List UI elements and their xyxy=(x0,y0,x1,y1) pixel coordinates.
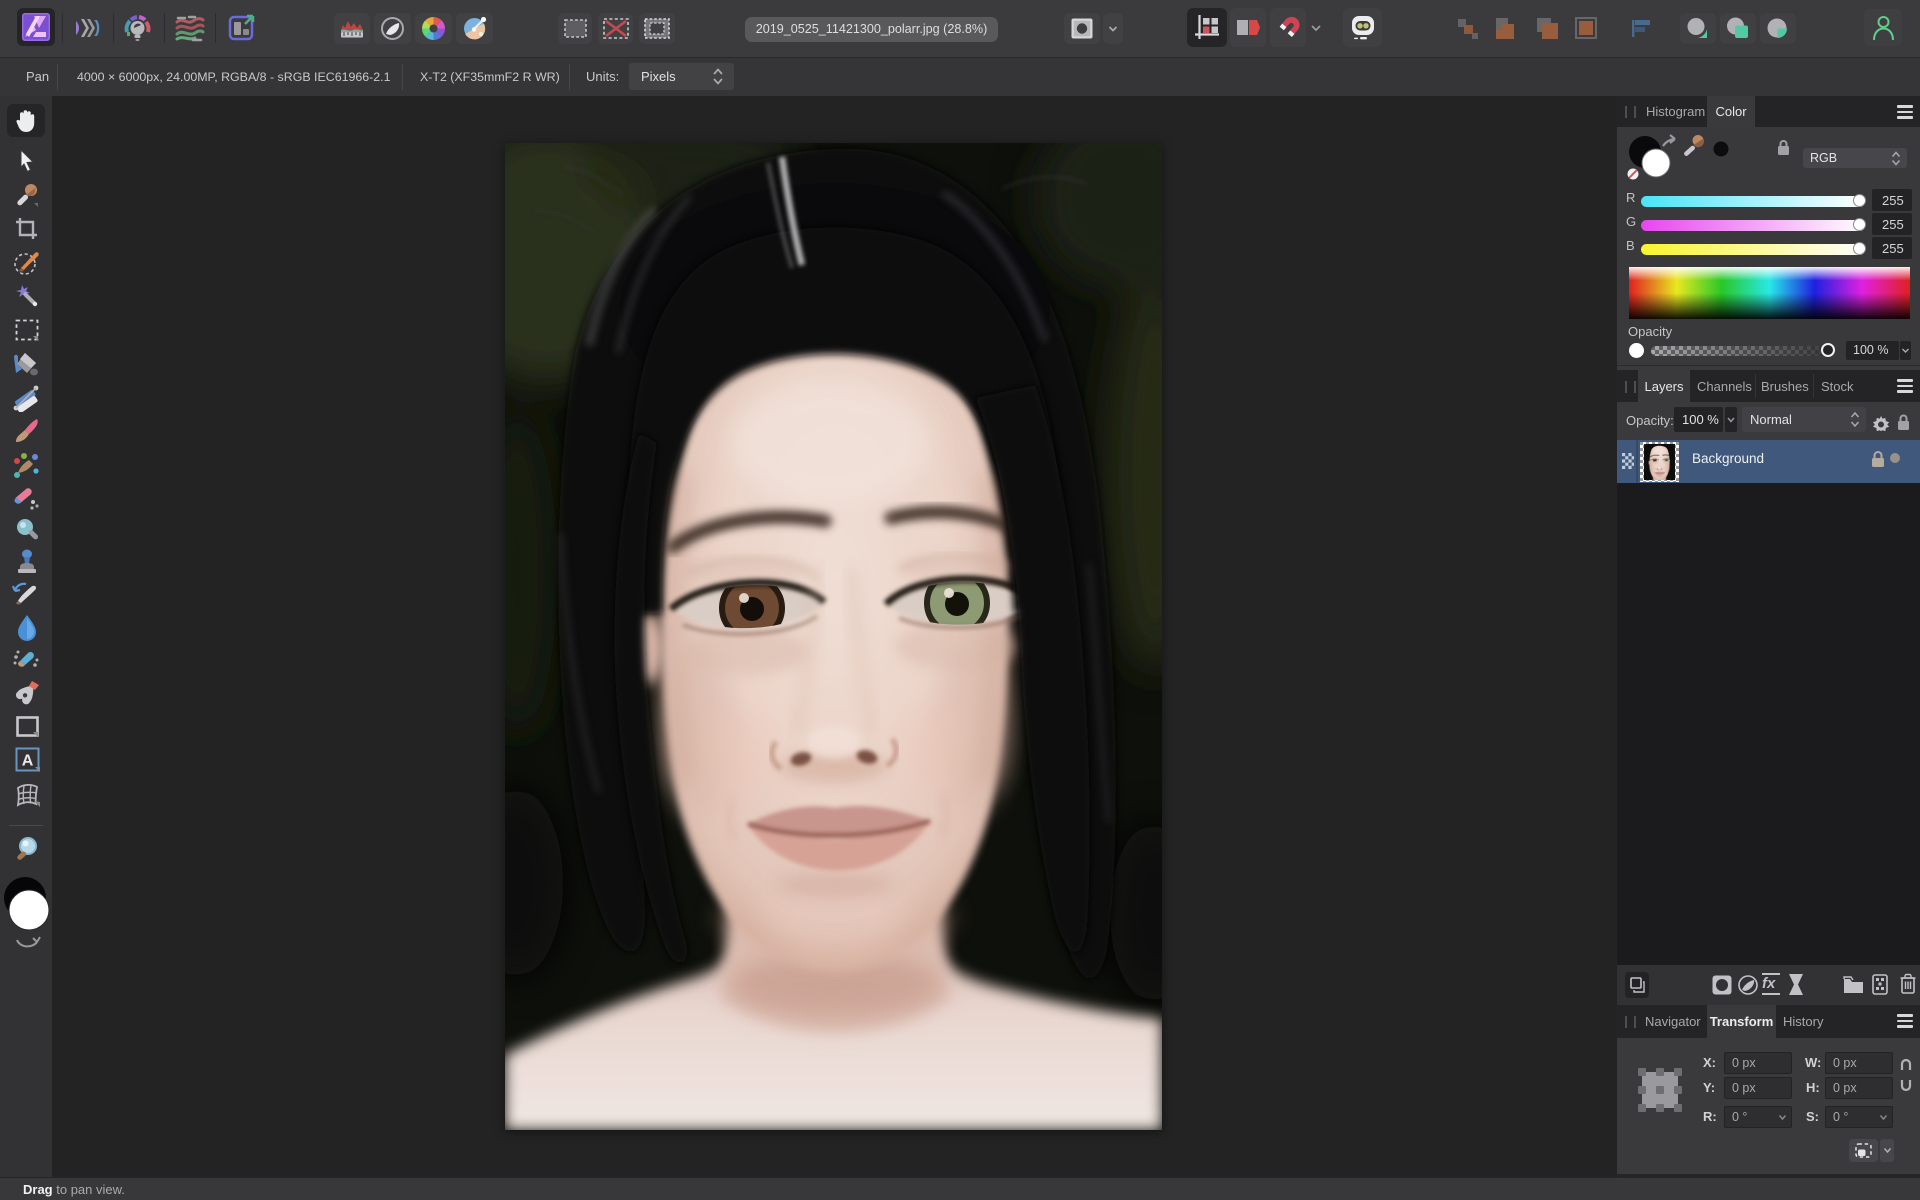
svg-text:A: A xyxy=(22,753,34,770)
